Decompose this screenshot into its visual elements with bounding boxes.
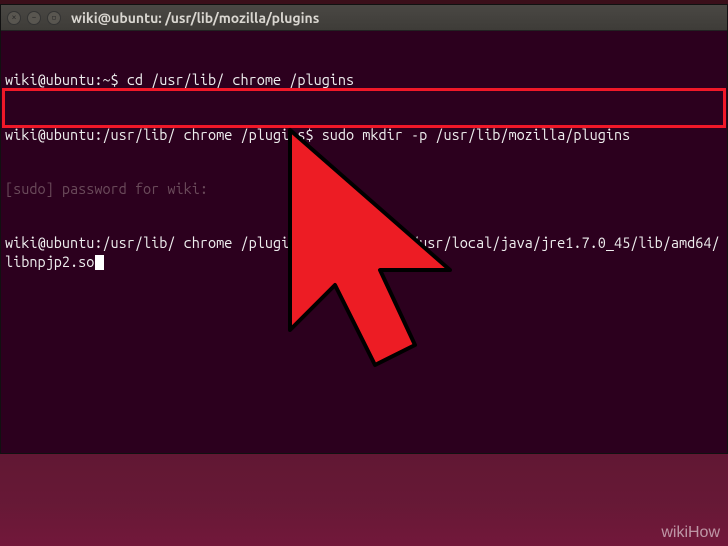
cursor-block: [95, 255, 104, 270]
window-title: wiki@ubuntu: /usr/lib/mozilla/plugins: [71, 10, 319, 26]
terminal-window: × – ▫ wiki@ubuntu: /usr/lib/mozilla/plug…: [0, 4, 728, 454]
terminal-line: wiki@ubuntu:~$ cd /usr/lib/ chrome /plug…: [5, 71, 723, 89]
annotation-highlight-box: [2, 88, 726, 128]
prompt: wiki@ubuntu:/usr/lib/ chrome /plugins$: [5, 234, 322, 251]
prompt: wiki@ubuntu:/usr/lib/ chrome /plugins$: [5, 126, 322, 143]
terminal-body[interactable]: wiki@ubuntu:~$ cd /usr/lib/ chrome /plug…: [1, 31, 727, 347]
close-button[interactable]: ×: [7, 11, 21, 25]
terminal-line: wiki@ubuntu:/usr/lib/ chrome /plugins$ s…: [5, 234, 723, 270]
watermark-text: wikiHow: [661, 524, 720, 542]
maximize-icon: ▫: [51, 13, 56, 22]
titlebar[interactable]: × – ▫ wiki@ubuntu: /usr/lib/mozilla/plug…: [1, 5, 727, 31]
close-icon: ×: [11, 13, 16, 22]
maximize-button[interactable]: ▫: [47, 11, 61, 25]
minimize-button[interactable]: –: [27, 11, 41, 25]
command-text: cd /usr/lib/ chrome /plugins: [127, 71, 354, 88]
prompt: wiki@ubuntu:~$: [5, 71, 127, 88]
window-controls: × – ▫: [7, 11, 61, 25]
terminal-line: wiki@ubuntu:/usr/lib/ chrome /plugins$ s…: [5, 126, 723, 144]
command-text: sudo mkdir -p /usr/lib/mozilla/plugins: [322, 126, 631, 143]
minimize-icon: –: [31, 13, 36, 22]
terminal-line-obscured: [sudo] password for wiki:: [5, 180, 723, 198]
desktop-bottom-gradient: [0, 506, 728, 546]
